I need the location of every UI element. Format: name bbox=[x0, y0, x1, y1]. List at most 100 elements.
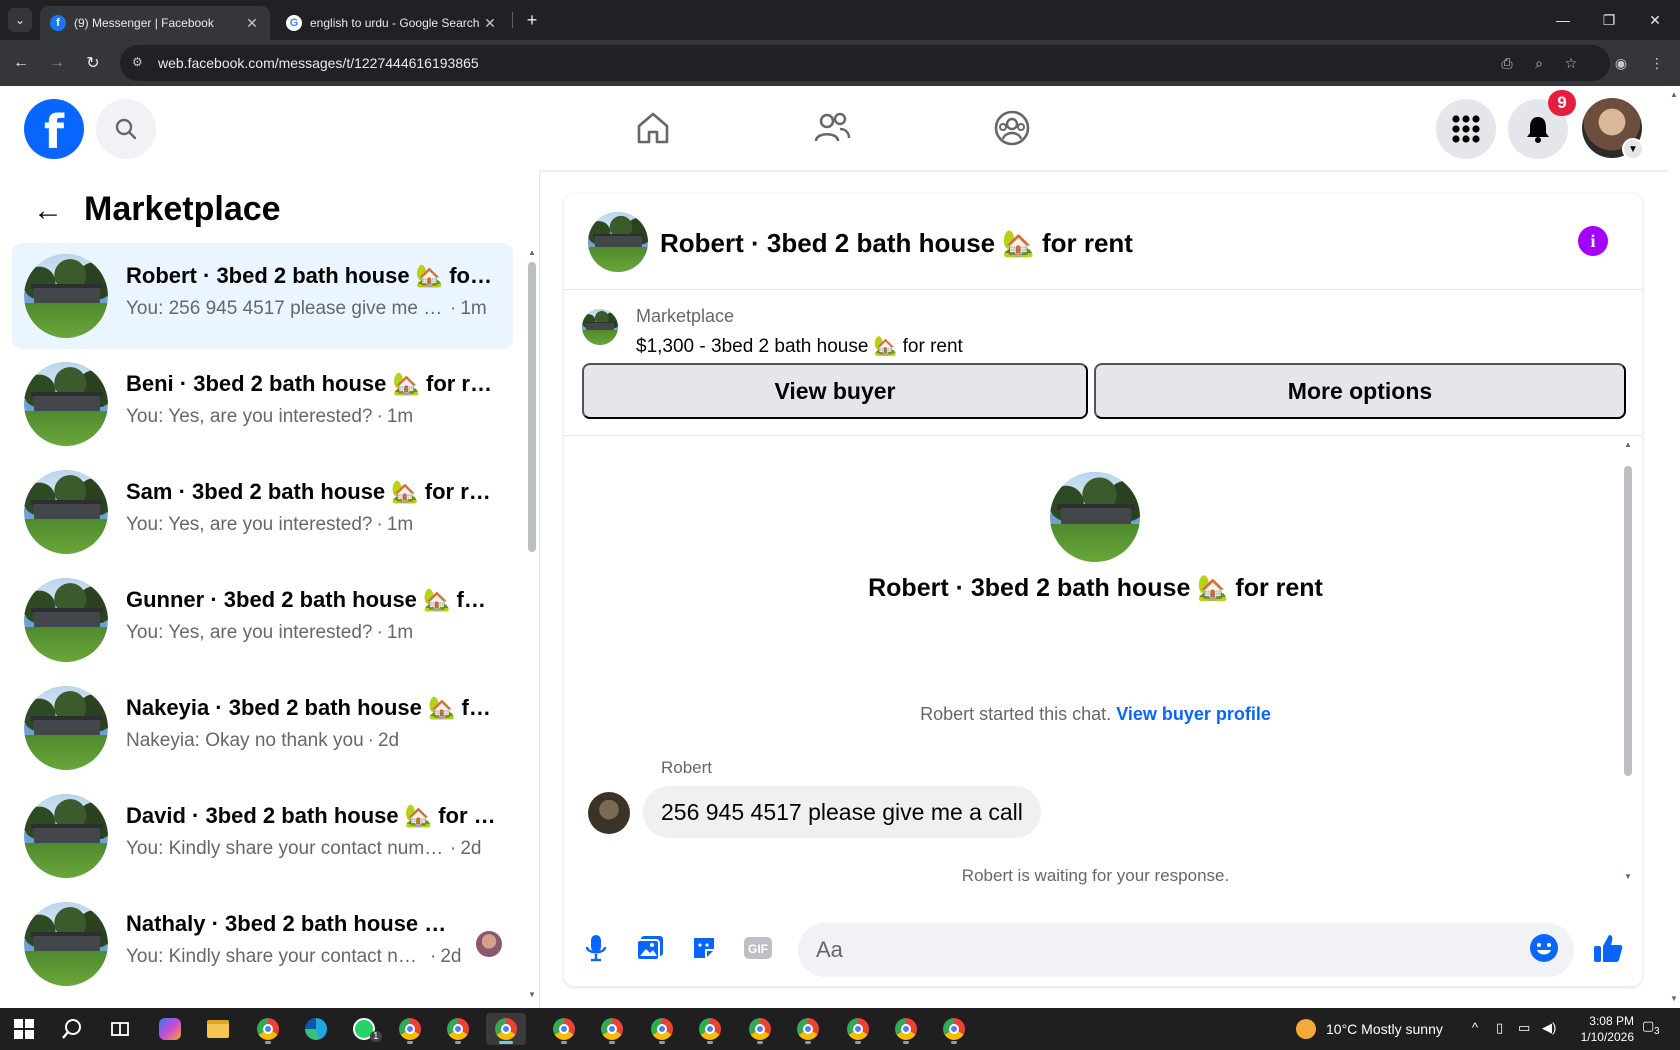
weather-widget[interactable]: 10°C Mostly sunny bbox=[1296, 1008, 1443, 1050]
conversation-item[interactable]: Gunner · 3bed 2 bath house 🏡 for rent Yo… bbox=[12, 567, 513, 673]
notification-center-icon[interactable]: 3 ▢ bbox=[1642, 1018, 1666, 1040]
emoji-button[interactable] bbox=[1524, 928, 1564, 968]
taskbar-chrome-7[interactable] bbox=[690, 1013, 730, 1045]
attach-photo-button[interactable] bbox=[630, 928, 670, 968]
chat-header-avatar[interactable] bbox=[588, 212, 648, 272]
taskbar-chrome-8[interactable] bbox=[740, 1013, 780, 1045]
search-button[interactable] bbox=[96, 99, 156, 159]
conversation-preview: You: Kindly share your contact number · 2d bbox=[126, 838, 482, 859]
scroll-up-icon[interactable]: ▲ bbox=[1624, 440, 1632, 449]
conversation-item[interactable]: Beni · 3bed 2 bath house 🏡 for rent You:… bbox=[12, 351, 513, 457]
taskbar-chrome-9[interactable] bbox=[788, 1013, 828, 1045]
forward-icon[interactable]: → bbox=[44, 50, 70, 76]
taskbar-clock[interactable]: 3:08 PM 1/10/2026 bbox=[1568, 1013, 1634, 1045]
gif-button[interactable]: GIF bbox=[738, 928, 778, 968]
conversation-item[interactable]: David · 3bed 2 bath house 🏡 for rent You… bbox=[12, 783, 513, 889]
tray-device-icon[interactable]: ▯ bbox=[1496, 1020, 1503, 1036]
buyer-large-avatar[interactable] bbox=[1050, 472, 1140, 562]
taskbar-chrome-6[interactable] bbox=[642, 1013, 682, 1045]
more-options-button[interactable]: More options bbox=[1094, 363, 1626, 419]
tab-close-icon[interactable]: ✕ bbox=[244, 15, 260, 32]
zoom-icon[interactable]: ⌕ bbox=[1526, 50, 1552, 76]
site-info-icon[interactable]: ⚙ bbox=[132, 55, 148, 71]
page-scrollbar[interactable]: ▲ ▼ bbox=[1668, 86, 1680, 1008]
view-buyer-profile-link[interactable]: View buyer profile bbox=[1116, 704, 1271, 724]
info-icon[interactable]: i bbox=[1578, 226, 1608, 256]
conversation-item[interactable]: Nakeyia · 3bed 2 bath house 🏡 for rent N… bbox=[12, 675, 513, 781]
home-nav-button[interactable] bbox=[633, 108, 673, 148]
scrollbar-thumb[interactable] bbox=[1624, 466, 1632, 776]
taskbar-chrome-3[interactable] bbox=[438, 1013, 478, 1045]
conversation-item[interactable]: Robert · 3bed 2 bath house 🏡 for rent Yo… bbox=[12, 243, 513, 349]
copilot-button[interactable] bbox=[150, 1013, 190, 1045]
file-explorer-button[interactable] bbox=[198, 1013, 238, 1045]
conversation-item[interactable]: Nathaly · 3bed 2 bath house 🏡 for rent Y… bbox=[12, 891, 513, 997]
conversation-preview: You: Yes, are you interested? · 1m bbox=[126, 514, 414, 535]
new-tab-button[interactable]: + bbox=[520, 8, 544, 32]
listing-price-title[interactable]: $1,300 - 3bed 2 bath house 🏡 for rent bbox=[636, 334, 963, 358]
scroll-up-icon[interactable]: ▲ bbox=[1670, 90, 1678, 99]
window-close-icon[interactable]: ✕ bbox=[1632, 0, 1678, 40]
taskbar-chrome-2[interactable] bbox=[390, 1013, 430, 1045]
minimize-icon[interactable]: — bbox=[1540, 0, 1586, 40]
sender-avatar[interactable] bbox=[588, 792, 630, 834]
tab-search-dropdown-icon[interactable]: ⌄ bbox=[8, 8, 32, 32]
bookmark-star-icon[interactable]: ☆ bbox=[1558, 50, 1584, 76]
chat-title[interactable]: Robert · 3bed 2 bath house 🏡 for rent bbox=[660, 228, 1133, 259]
back-arrow-icon[interactable]: ← bbox=[30, 193, 66, 229]
network-icon[interactable]: ▭ bbox=[1518, 1020, 1530, 1036]
taskbar-edge[interactable] bbox=[296, 1013, 336, 1045]
taskbar-chrome-1[interactable] bbox=[248, 1013, 288, 1045]
browser-tab-messenger[interactable]: f (9) Messenger | Facebook ✕ bbox=[40, 6, 270, 40]
taskbar-chrome-11[interactable] bbox=[886, 1013, 926, 1045]
scrollbar-thumb[interactable] bbox=[528, 262, 536, 552]
view-buyer-button[interactable]: View buyer bbox=[582, 363, 1088, 419]
running-indicator bbox=[609, 1041, 615, 1044]
chevron-down-icon[interactable]: ▼ bbox=[1622, 138, 1644, 160]
install-app-icon[interactable]: ⎙ bbox=[1494, 50, 1520, 76]
friends-nav-button[interactable] bbox=[812, 108, 852, 148]
voice-clip-button[interactable] bbox=[576, 928, 616, 968]
reload-icon[interactable]: ↻ bbox=[80, 50, 106, 76]
tab-title: (9) Messenger | Facebook bbox=[74, 16, 214, 30]
sticker-button[interactable] bbox=[684, 928, 724, 968]
tray-overflow-icon[interactable]: ^ bbox=[1472, 1020, 1478, 1035]
scroll-down-icon[interactable]: ▼ bbox=[1624, 872, 1632, 881]
browser-profile-icon[interactable]: ◉ bbox=[1608, 50, 1634, 76]
taskbar-chrome-4[interactable] bbox=[544, 1013, 584, 1045]
taskbar-chrome-12[interactable] bbox=[934, 1013, 974, 1045]
conversation-name: David · 3bed 2 bath house 🏡 for rent bbox=[126, 803, 496, 828]
browser-menu-icon[interactable]: ⋮ bbox=[1644, 50, 1670, 76]
url-text[interactable]: web.facebook.com/messages/t/122744461619… bbox=[158, 55, 479, 71]
menu-button[interactable] bbox=[1436, 99, 1496, 159]
scroll-up-icon[interactable]: ▲ bbox=[528, 248, 536, 257]
taskbar-chrome-10[interactable] bbox=[838, 1013, 878, 1045]
chrome-icon bbox=[495, 1018, 517, 1040]
back-icon[interactable]: ← bbox=[8, 50, 34, 76]
scroll-down-icon[interactable]: ▼ bbox=[1670, 994, 1678, 1003]
facebook-favicon-icon: f bbox=[50, 15, 66, 31]
message-input[interactable] bbox=[798, 923, 1574, 977]
like-button[interactable] bbox=[1588, 928, 1628, 968]
taskbar-chrome-5[interactable] bbox=[592, 1013, 632, 1045]
listing-thumbnail[interactable] bbox=[582, 309, 618, 345]
message-bubble[interactable]: 256 945 4517 please give me a call bbox=[643, 786, 1041, 838]
taskbar-search-button[interactable] bbox=[52, 1013, 92, 1045]
tab-close-icon[interactable]: ✕ bbox=[482, 15, 498, 32]
windows-start-button[interactable] bbox=[4, 1013, 44, 1045]
volume-icon[interactable]: ◀) bbox=[1542, 1020, 1556, 1036]
address-bar[interactable]: ⚙ web.facebook.com/messages/t/1227444616… bbox=[120, 45, 1610, 81]
taskbar-whatsapp[interactable]: 1 bbox=[344, 1013, 384, 1045]
scroll-down-icon[interactable]: ▼ bbox=[528, 990, 536, 999]
weather-text: 10°C Mostly sunny bbox=[1326, 1021, 1443, 1037]
chat-scrollbar[interactable]: ▲ ▼ bbox=[1624, 440, 1632, 884]
taskbar-chrome-active[interactable] bbox=[486, 1013, 526, 1045]
conversation-item[interactable]: Sam · 3bed 2 bath house 🏡 for rent You: … bbox=[12, 459, 513, 565]
browser-tab-google[interactable]: G english to urdu - Google Search ✕ bbox=[276, 6, 508, 40]
task-view-button[interactable] bbox=[100, 1013, 140, 1045]
chrome-icon bbox=[553, 1018, 575, 1040]
restore-icon[interactable]: ❐ bbox=[1586, 0, 1632, 40]
facebook-logo-icon[interactable]: f bbox=[24, 99, 84, 159]
groups-nav-button[interactable] bbox=[992, 108, 1032, 148]
conversation-list-scrollbar[interactable]: ▲ ▼ bbox=[528, 248, 536, 1002]
